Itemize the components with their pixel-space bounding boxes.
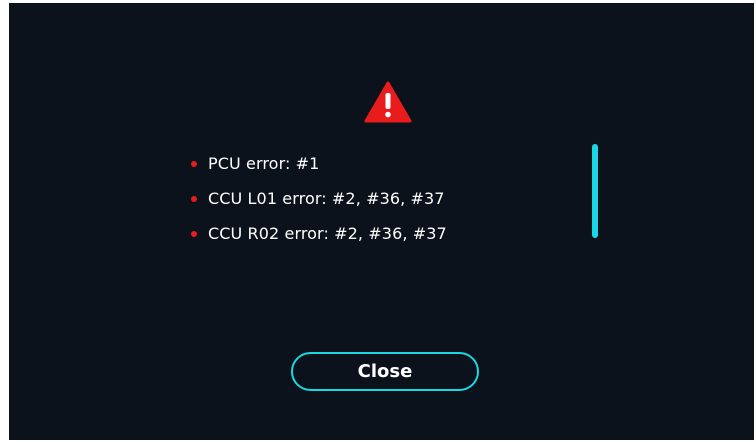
close-button[interactable]: Close (291, 352, 479, 391)
error-text: CCU L01 error: #2, #36, #37 (208, 189, 445, 208)
error-item-ccu-l01: CCU L01 error: #2, #36, #37 (191, 181, 447, 216)
warning-triangle-icon (364, 81, 412, 123)
error-text: CCU R02 error: #2, #36, #37 (208, 224, 447, 243)
bullet-dot (191, 230, 197, 237)
bullet-dot (191, 195, 197, 202)
error-item-ccu-r02: CCU R02 error: #2, #36, #37 (191, 216, 447, 251)
scrollbar[interactable] (592, 144, 598, 238)
error-dialog: PCU error: #1 CCU L01 error: #2, #36, #3… (9, 3, 754, 440)
error-text: PCU error: #1 (208, 154, 320, 173)
bullet-dot (191, 160, 197, 167)
error-item-pcu: PCU error: #1 (191, 146, 447, 181)
error-list: PCU error: #1 CCU L01 error: #2, #36, #3… (191, 146, 447, 251)
